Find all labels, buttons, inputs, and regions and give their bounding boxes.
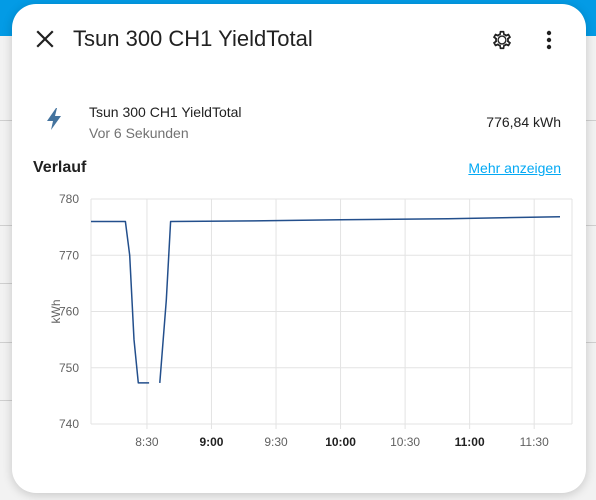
history-chart: 7407507607707808:30 9:00 9:30 10:00 10:30 11:… — [49, 192, 573, 449]
more-info-dialog: Tsun 300 CH1 YieldTotal Tsun 300 CH1 Yie… — [12, 4, 586, 493]
x-tick-label: 11:30 — [520, 435, 549, 449]
background-divider — [0, 283, 12, 284]
background-divider — [0, 400, 12, 401]
y-tick-label: 770 — [59, 248, 79, 262]
y-tick-label: 740 — [59, 417, 79, 431]
y-tick-label: 780 — [59, 192, 79, 206]
more-options-button[interactable] — [537, 26, 561, 54]
background-divider — [0, 342, 12, 343]
x-tick-label: 8:30 — [135, 435, 159, 449]
close-button[interactable] — [30, 24, 60, 54]
x-tick-label: 10:00 — [325, 435, 356, 449]
settings-button[interactable] — [488, 26, 516, 54]
y-tick-label: 750 — [59, 361, 79, 375]
background-divider — [0, 225, 12, 226]
x-tick-label: 11:00 — [455, 435, 485, 449]
entity-state-value: 776,84 kWh — [486, 114, 561, 130]
close-icon — [36, 30, 54, 48]
lightning-bolt-icon — [47, 108, 61, 130]
history-title: Verlauf — [33, 159, 87, 176]
series-line — [91, 220, 150, 384]
background-divider — [0, 120, 12, 121]
entity-name: Tsun 300 CH1 YieldTotal — [89, 104, 242, 120]
entity-last-changed: Vor 6 Sekunden — [89, 125, 189, 141]
x-tick-label: 9:30 — [264, 435, 288, 449]
series-line — [159, 216, 561, 383]
dialog-title: Tsun 300 CH1 YieldTotal — [73, 26, 313, 51]
x-tick-label: 10:30 — [390, 435, 420, 449]
entity-icon — [42, 107, 66, 131]
y-axis-label: kWh — [49, 300, 63, 324]
more-vertical-icon — [546, 30, 552, 50]
show-more-link[interactable]: Mehr anzeigen — [468, 160, 561, 176]
gear-icon — [493, 30, 511, 50]
entity-row: Tsun 300 CH1 YieldTotal Vor 6 Sekunden 7… — [12, 94, 586, 148]
x-tick-label: 9:00 — [199, 435, 223, 449]
